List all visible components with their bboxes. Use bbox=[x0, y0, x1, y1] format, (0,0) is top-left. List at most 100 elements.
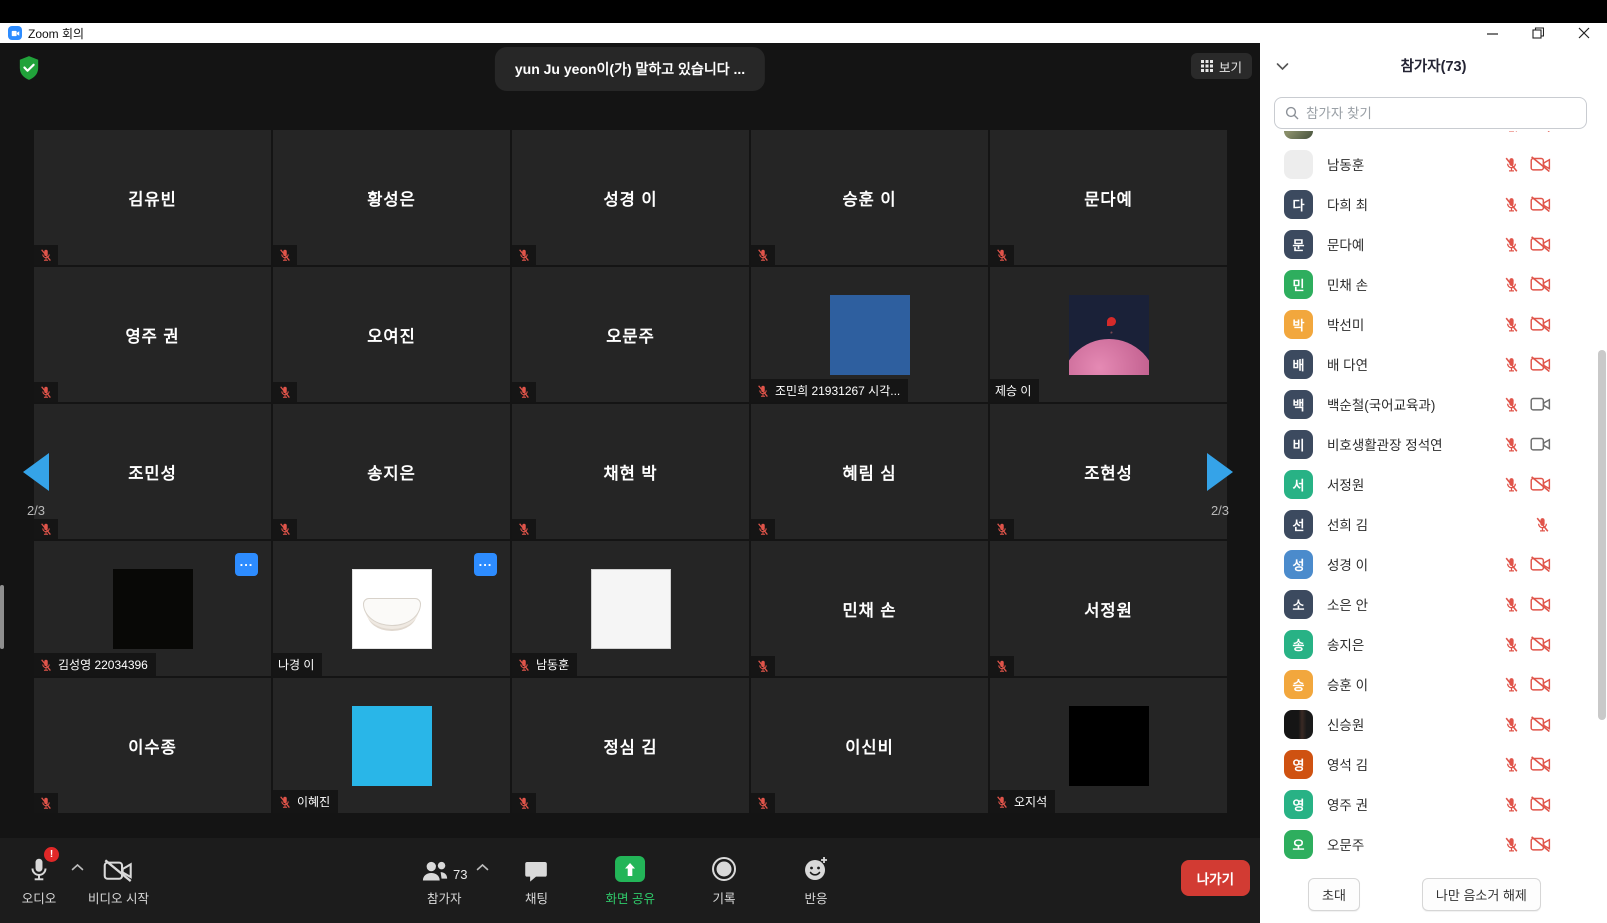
chat-button[interactable]: 채팅 bbox=[513, 852, 559, 907]
leave-button[interactable]: 나가기 bbox=[1181, 860, 1250, 896]
avatar: 다 bbox=[1284, 190, 1313, 219]
video-tile[interactable]: 혜림 심 bbox=[751, 404, 988, 539]
video-tile[interactable]: 서정원 bbox=[990, 541, 1227, 676]
chevron-up-icon bbox=[476, 863, 489, 871]
tile-mute-indicator bbox=[751, 519, 775, 539]
video-grid: 김유빈 황성은 성경 이 승훈 이 문다예 영주 권 오여진 오 bbox=[34, 130, 1227, 813]
participants-options-chevron[interactable] bbox=[476, 858, 489, 876]
tile-more-options-button[interactable]: ... bbox=[235, 553, 258, 576]
video-off-icon bbox=[1530, 276, 1551, 292]
avatar: 민 bbox=[1284, 270, 1313, 299]
unmute-me-button[interactable]: 나만 음소거 해제 bbox=[1422, 878, 1541, 911]
video-button[interactable]: 비디오 시작 bbox=[88, 852, 149, 907]
video-tile[interactable]: 이신비 bbox=[751, 678, 988, 813]
participant-row[interactable]: 박박선미 bbox=[1260, 304, 1597, 344]
participants-button[interactable]: 73참가자 bbox=[421, 852, 467, 907]
participant-row[interactable]: 성성경 이 bbox=[1260, 544, 1597, 584]
participant-row[interactable]: 영영석 김 bbox=[1260, 744, 1597, 784]
video-tile[interactable]: ... 김성영 22034396 bbox=[34, 541, 271, 676]
participants-count: 73 bbox=[453, 867, 467, 882]
video-tile[interactable]: 영주 권 bbox=[34, 267, 271, 402]
gallery-next-button[interactable]: 2/3 bbox=[1198, 453, 1242, 518]
participant-row[interactable]: 비비호생활관장 정석연 bbox=[1260, 424, 1597, 464]
participant-name: 배 다연 bbox=[1327, 354, 1368, 374]
participant-row[interactable]: 민민채 손 bbox=[1260, 264, 1597, 304]
participant-name: 백순철(국어교육과) bbox=[1327, 394, 1435, 414]
participants-scrollbar[interactable] bbox=[1598, 350, 1606, 720]
video-tile[interactable]: 오문주 bbox=[512, 267, 749, 402]
tile-mute-indicator bbox=[512, 245, 536, 265]
mic-off-icon bbox=[1503, 596, 1520, 613]
participant-video-thumbnail bbox=[352, 569, 432, 649]
participant-row[interactable] bbox=[1260, 131, 1597, 144]
video-tile[interactable]: 제승 이 bbox=[990, 267, 1227, 402]
video-tile[interactable]: 문다예 bbox=[990, 130, 1227, 265]
participant-search-input[interactable] bbox=[1306, 106, 1576, 121]
participant-name: 이혜진 bbox=[297, 793, 330, 810]
video-tile[interactable]: 승훈 이 bbox=[751, 130, 988, 265]
tile-more-options-button[interactable]: ... bbox=[474, 553, 497, 576]
participant-row[interactable]: 선선희 김 bbox=[1260, 504, 1597, 544]
participant-row[interactable]: 백백순철(국어교육과) bbox=[1260, 384, 1597, 424]
record-button[interactable]: 기록 bbox=[701, 852, 747, 907]
participant-name: 이신비 bbox=[751, 678, 988, 813]
participant-row[interactable]: 남동훈 bbox=[1260, 144, 1597, 184]
video-tile[interactable]: 이수종 bbox=[34, 678, 271, 813]
video-tile[interactable]: 오지석 bbox=[990, 678, 1227, 813]
participant-name: 오여진 bbox=[273, 267, 510, 402]
video-tile[interactable]: 채현 박 bbox=[512, 404, 749, 539]
participant-search-box[interactable] bbox=[1274, 97, 1587, 129]
audio-button[interactable]: !오디오 bbox=[16, 852, 62, 907]
video-tile[interactable]: 황성은 bbox=[273, 130, 510, 265]
participant-row[interactable]: 소소은 안 bbox=[1260, 584, 1597, 624]
mic-off-icon bbox=[756, 384, 770, 398]
share-button[interactable]: 화면 공유 bbox=[605, 852, 654, 907]
mic-off-icon bbox=[756, 659, 770, 673]
panel-collapse-chevron-icon[interactable] bbox=[1276, 58, 1289, 76]
mic-off-icon bbox=[278, 795, 292, 809]
mic-off-icon bbox=[1503, 756, 1520, 773]
toolbar-left-group: !오디오 비디오 시작 bbox=[16, 852, 149, 907]
gallery-prev-button[interactable]: 2/3 bbox=[14, 453, 58, 518]
participant-row[interactable]: 다다희 최 bbox=[1260, 184, 1597, 224]
mic-off-icon bbox=[756, 796, 770, 810]
video-tile[interactable]: 민채 손 bbox=[751, 541, 988, 676]
video-tile[interactable]: 조민성 bbox=[34, 404, 271, 539]
mic-off-icon bbox=[1503, 476, 1520, 493]
video-tile[interactable]: 송지은 bbox=[273, 404, 510, 539]
avatar: 소 bbox=[1284, 590, 1313, 619]
video-tile[interactable]: 조민희 21931267 시각... bbox=[751, 267, 988, 402]
video-tile[interactable]: 오여진 bbox=[273, 267, 510, 402]
participant-name: 박선미 bbox=[1327, 314, 1364, 334]
participant-row[interactable]: 승승훈 이 bbox=[1260, 664, 1597, 704]
record-label: 기록 bbox=[712, 888, 735, 907]
participant-name: 민채 손 bbox=[751, 541, 988, 676]
participant-row[interactable]: 문문다예 bbox=[1260, 224, 1597, 264]
view-button[interactable]: 보기 bbox=[1191, 53, 1252, 79]
security-shield-icon[interactable] bbox=[18, 55, 40, 81]
video-tile[interactable]: 김유빈 bbox=[34, 130, 271, 265]
participant-name: 선희 김 bbox=[1327, 514, 1368, 534]
mic-off-icon bbox=[1503, 236, 1520, 253]
video-tile[interactable]: 정심 김 bbox=[512, 678, 749, 813]
participant-name: 서정원 bbox=[990, 541, 1227, 676]
participant-row[interactable]: 송송지은 bbox=[1260, 624, 1597, 664]
participant-name: 성경 이 bbox=[1327, 554, 1368, 574]
participant-row[interactable]: 오오문주 bbox=[1260, 824, 1597, 864]
avatar: 승 bbox=[1284, 670, 1313, 699]
participant-row[interactable]: 서서정원 bbox=[1260, 464, 1597, 504]
video-tile[interactable]: 성경 이 bbox=[512, 130, 749, 265]
invite-button[interactable]: 초대 bbox=[1308, 878, 1360, 911]
participant-name: 조민성 bbox=[34, 404, 271, 539]
participant-row[interactable]: 배배 다연 bbox=[1260, 344, 1597, 384]
video-tile[interactable]: ...나경 이 bbox=[273, 541, 510, 676]
audio-options-chevron[interactable] bbox=[71, 858, 84, 876]
video-tile[interactable]: 조현성 bbox=[990, 404, 1227, 539]
video-tile[interactable]: 남동훈 bbox=[512, 541, 749, 676]
video-tile[interactable]: 이혜진 bbox=[273, 678, 510, 813]
mic-off-icon bbox=[756, 522, 770, 536]
reactions-button[interactable]: 반응 bbox=[793, 852, 839, 907]
side-drawer-handle[interactable] bbox=[0, 585, 4, 649]
participant-row[interactable]: 영영주 권 bbox=[1260, 784, 1597, 824]
participant-row[interactable]: 신승원 bbox=[1260, 704, 1597, 744]
